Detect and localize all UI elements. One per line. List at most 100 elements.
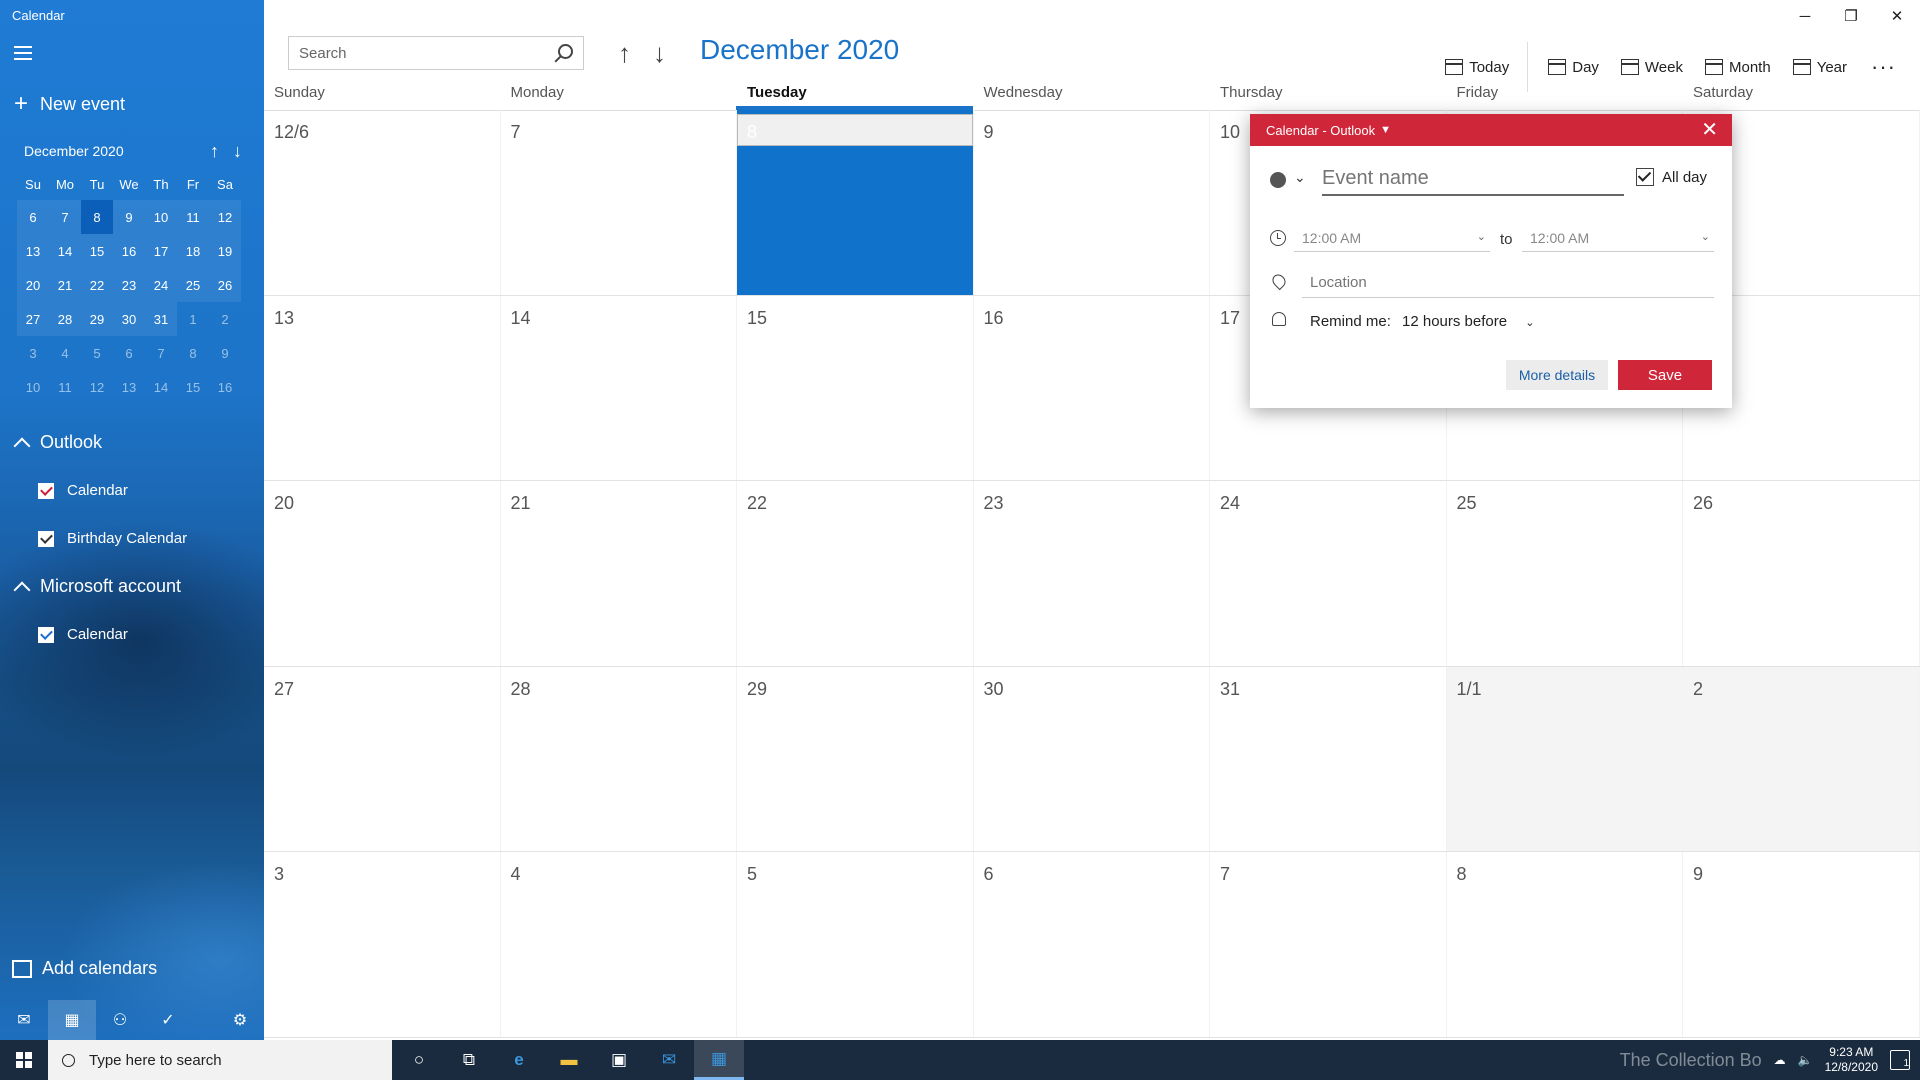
mini-day[interactable]: 28	[49, 302, 81, 336]
mini-day[interactable]: 31	[145, 302, 177, 336]
outlook-calendar-checkbox[interactable]	[38, 482, 54, 499]
chevron-down-icon[interactable]: ▼	[1380, 124, 1391, 136]
remind-select[interactable]: 12 hours before ⌄	[1402, 313, 1534, 330]
day-view-button[interactable]: Day	[1548, 59, 1599, 76]
people-icon[interactable]: ⚇	[96, 1000, 144, 1040]
mini-day[interactable]: 25	[177, 268, 209, 302]
mini-day[interactable]: 6	[113, 336, 145, 370]
mini-day[interactable]: 8	[177, 336, 209, 370]
day-cell[interactable]: 30	[974, 666, 1210, 851]
new-event-button[interactable]: + New event	[14, 92, 125, 116]
mini-day[interactable]: 15	[81, 234, 113, 268]
mini-day[interactable]: 15	[177, 370, 209, 404]
mini-day[interactable]: 14	[49, 234, 81, 268]
event-color-icon[interactable]	[1270, 172, 1286, 188]
day-cell[interactable]: 9	[974, 110, 1210, 295]
ms-calendar-item[interactable]: Calendar	[38, 626, 128, 643]
mini-day[interactable]: 2	[209, 302, 241, 336]
day-cell[interactable]: 3	[264, 852, 501, 1037]
mini-day[interactable]: 4	[49, 336, 81, 370]
close-window-icon[interactable]: ✕	[1874, 0, 1920, 32]
mini-calendar-title[interactable]: December 2020	[24, 143, 124, 159]
day-cell[interactable]: 28	[501, 666, 737, 851]
week-view-button[interactable]: Week	[1620, 59, 1683, 76]
mini-day[interactable]: 16	[209, 370, 241, 404]
gear-icon[interactable]: ⚙	[216, 1000, 264, 1040]
restore-icon[interactable]: ❐	[1828, 0, 1874, 32]
day-cell-today[interactable]: 8	[737, 110, 974, 295]
day-cell[interactable]: 31	[1210, 666, 1447, 851]
network-icon[interactable]: ☁	[1774, 1053, 1786, 1067]
mini-day[interactable]: 7	[145, 336, 177, 370]
day-cell[interactable]: 13	[264, 295, 501, 480]
birthday-calendar-checkbox[interactable]	[38, 530, 54, 547]
mini-day[interactable]: 30	[113, 302, 145, 336]
edge-icon[interactable]: e	[494, 1040, 544, 1080]
birthday-calendar-item[interactable]: Birthday Calendar	[38, 530, 187, 547]
ms-account-section-toggle[interactable]: Microsoft account	[13, 576, 181, 598]
day-cell[interactable]: 4	[501, 852, 737, 1037]
hamburger-menu-icon[interactable]	[14, 46, 32, 60]
close-icon[interactable]: ✕	[1701, 120, 1718, 140]
mini-day[interactable]: 21	[49, 268, 81, 302]
search-icon[interactable]	[558, 44, 573, 59]
chevron-down-icon[interactable]: ⌄	[1294, 169, 1306, 186]
day-cell[interactable]: 23	[974, 481, 1210, 666]
start-button[interactable]	[0, 1040, 48, 1080]
day-cell[interactable]: 21	[501, 481, 737, 666]
next-month-arrow-icon[interactable]: ↓	[653, 38, 666, 69]
day-cell[interactable]: 1/1	[1446, 666, 1683, 851]
mail-icon[interactable]: ✉	[0, 1000, 48, 1040]
search-input[interactable]: Search	[288, 36, 584, 70]
mini-day[interactable]: 13	[113, 370, 145, 404]
mini-day[interactable]: 6	[17, 200, 49, 234]
mini-day[interactable]: 10	[145, 200, 177, 234]
day-cell[interactable]: 22	[737, 481, 974, 666]
mini-day[interactable]: 11	[49, 370, 81, 404]
day-cell[interactable]: 15	[737, 295, 974, 480]
new-event-draft[interactable]	[737, 114, 973, 146]
day-cell[interactable]: 16	[974, 295, 1210, 480]
mini-day[interactable]: 11	[177, 200, 209, 234]
save-button[interactable]: Save	[1618, 360, 1712, 390]
prev-month-arrow-icon[interactable]: ↑	[618, 38, 631, 69]
mini-day[interactable]: 18	[177, 234, 209, 268]
day-cell[interactable]: 26	[1683, 481, 1920, 666]
mini-day[interactable]: 22	[81, 268, 113, 302]
mini-day[interactable]: 3	[17, 336, 49, 370]
cortana-icon[interactable]: ○	[394, 1040, 444, 1080]
notification-center-icon[interactable]: 1	[1890, 1050, 1910, 1070]
add-calendars-button[interactable]: Add calendars	[12, 958, 157, 979]
day-cell[interactable]: 14	[501, 295, 737, 480]
calendar-icon[interactable]: ▦	[48, 1000, 96, 1040]
day-cell[interactable]: 2	[1683, 666, 1920, 851]
mini-day[interactable]: 27	[17, 302, 49, 336]
mini-day[interactable]: 7	[49, 200, 81, 234]
mini-day[interactable]: 26	[209, 268, 241, 302]
mini-day[interactable]: 1	[177, 302, 209, 336]
mini-day[interactable]: 8	[81, 200, 113, 234]
mini-day[interactable]: 13	[17, 234, 49, 268]
mini-day[interactable]: 24	[145, 268, 177, 302]
mail-icon[interactable]: ✉	[644, 1040, 694, 1080]
day-cell[interactable]: 27	[264, 666, 501, 851]
mini-day[interactable]: 12	[209, 200, 241, 234]
day-cell[interactable]: 25	[1447, 481, 1683, 666]
mini-day[interactable]: 5	[81, 336, 113, 370]
mini-day[interactable]: 23	[113, 268, 145, 302]
task-view-icon[interactable]: ⧉	[444, 1040, 494, 1080]
mini-day[interactable]: 20	[17, 268, 49, 302]
calendar-app-icon[interactable]: ▦	[694, 1040, 744, 1080]
mini-day[interactable]: 29	[81, 302, 113, 336]
mini-day[interactable]: 14	[145, 370, 177, 404]
event-name-input[interactable]	[1322, 162, 1624, 196]
outlook-calendar-item[interactable]: Calendar	[38, 482, 128, 499]
all-day-checkbox[interactable]: All day	[1636, 168, 1707, 186]
mini-day[interactable]: 16	[113, 234, 145, 268]
mini-day[interactable]: 19	[209, 234, 241, 268]
day-cell[interactable]: 12/6	[264, 110, 501, 295]
taskbar-search[interactable]: Type here to search	[48, 1040, 392, 1080]
volume-icon[interactable]: 🔈	[1798, 1053, 1813, 1067]
outlook-section-toggle[interactable]: Outlook	[13, 432, 102, 454]
calendar-selector[interactable]: Calendar - Outlook	[1266, 123, 1375, 138]
